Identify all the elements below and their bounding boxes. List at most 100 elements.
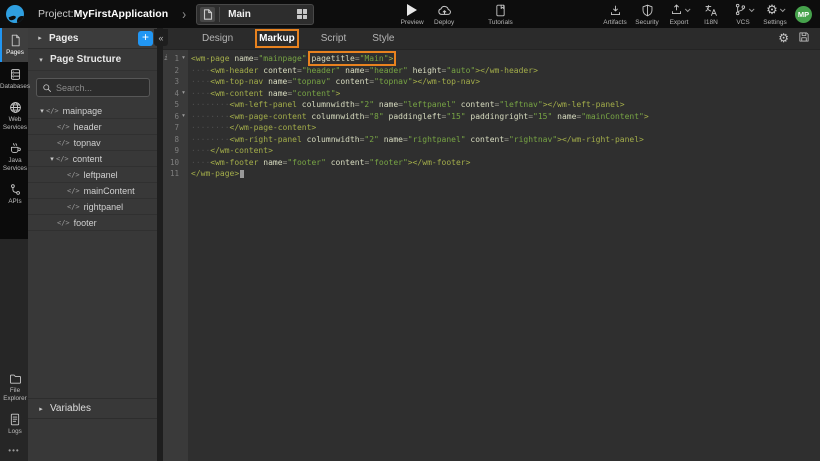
page-structure-header[interactable]: ▾ Page Structure [28,49,157,71]
collapse-panel-button[interactable]: « [154,29,168,46]
tree-item-mainpage[interactable]: ▾</>mainpage [28,103,157,119]
tab-script[interactable]: Script [308,28,360,49]
search-input[interactable] [56,83,144,93]
pages-panel-header[interactable]: ▸ Pages + [28,28,157,49]
vcs-button[interactable]: VCS [729,1,757,28]
tab-style[interactable]: Style [359,28,407,49]
tree-item-header[interactable]: </>header [28,119,157,135]
save-icon[interactable] [798,30,810,48]
collapse-arrow-icon: ▸ [36,34,44,42]
tutorials-label: Tutorials [488,19,513,26]
rail-item-label: Databases [0,83,30,91]
translate-icon [704,4,718,17]
pages-icon [9,34,22,47]
play-icon [407,4,417,17]
tree-item-leftpanel[interactable]: </> leftpanel [28,167,157,183]
project-label: Project: [38,8,74,20]
rail-item-label: Java Services [2,157,28,172]
tree-item-maincontent[interactable]: </>mainContent [28,183,157,199]
grid-icon[interactable] [297,9,307,19]
tree-item-topnav[interactable]: </>topnav [28,135,157,151]
code-line[interactable]: 2····<wm-header content="header" name="h… [163,65,820,77]
rail-item-label: APIs [8,198,21,206]
collapse-arrow-icon: ▸ [37,405,45,413]
add-page-button[interactable]: + [138,31,153,46]
tree-item-content[interactable]: ▾</>content [28,151,157,167]
rail-item-databases[interactable]: Databases [0,62,28,96]
search-icon [42,83,52,93]
variables-section-header[interactable]: ▸ Variables [28,398,157,419]
rail-more-button[interactable]: ••• [0,441,28,461]
rail-item-web-services[interactable]: Web Services [0,95,28,136]
tree-item-rightpanel[interactable]: </>rightpanel [28,199,157,215]
expand-arrow-icon: ▾ [48,155,56,163]
rail-item-logs[interactable]: Logs [0,407,28,441]
export-label: Export [670,19,689,26]
security-button[interactable]: Security [633,1,661,28]
code-line[interactable]: 9····</wm-content> [163,145,820,157]
tree-item-label: header [74,122,102,132]
code-line[interactable]: 6▾········<wm-page-content columnwidth="… [163,111,820,123]
folder-icon [9,373,22,385]
tab-design[interactable]: Design [189,28,246,49]
rail-item-label: Logs [8,428,22,436]
fold-arrow-icon[interactable]: ▾ [179,53,188,65]
wavemaker-logo[interactable] [0,0,30,28]
tree-item-label: mainContent [84,186,135,196]
settings-button[interactable]: ⚙ Settings [761,1,789,28]
page-structure-tree: ▾</>mainpage </>header </>topnav ▾</>con… [28,103,157,231]
chevron-down-icon [780,6,786,12]
code-line[interactable]: 11</wm-page> [163,168,820,180]
code-line[interactable]: i1▾<wm-page name="mainpage" pagetitle="M… [163,53,820,65]
git-branch-icon [734,3,747,18]
rail-item-pages[interactable]: Pages [0,28,28,62]
code-line[interactable]: 10····<wm-footer name="footer" content="… [163,157,820,169]
markup-code-editor[interactable]: i1▾<wm-page name="mainpage" pagetitle="M… [163,50,820,461]
pages-panel: ▸ Pages + ▾ Page Structure ▾</>mainpage … [28,28,157,461]
rail-item-java-services[interactable]: Java Services [0,136,28,177]
code-icon: </> [67,171,80,179]
code-line[interactable]: 5········<wm-left-panel columnwidth="2" … [163,99,820,111]
database-icon [9,68,22,81]
panel-empty-space [28,419,157,461]
code-line[interactable]: 7········</wm-page-content> [163,122,820,134]
preview-label: Preview [401,19,424,26]
rail-item-apis[interactable]: APIs [0,177,28,211]
tree-item-footer[interactable]: </> footer [28,215,157,231]
rail-item-label: Web Services [2,116,28,131]
code-line[interactable]: 3····<wm-top-nav name="topnav" content="… [163,76,820,88]
tab-markup[interactable]: Markup [246,28,308,49]
artifacts-button[interactable]: Artifacts [601,1,629,28]
i18n-label: I18N [704,19,718,26]
variables-title: Variables [50,403,91,414]
fold-arrow-icon[interactable]: ▾ [179,111,188,123]
page-tab-label: Main [220,9,297,20]
connector-icon [9,183,22,196]
i18n-button[interactable]: I18N [697,1,725,28]
fold-arrow-icon[interactable]: ▾ [179,88,188,100]
deploy-button[interactable]: Deploy [430,1,458,28]
tutorials-button[interactable]: Tutorials [486,1,515,28]
markup-settings-icon[interactable]: ⚙ [778,32,789,45]
chevron-down-icon [684,6,690,12]
user-avatar[interactable]: MP [795,6,812,23]
editor-area: « Design Markup Script Style ⚙ i1▾<wm-pa… [163,28,820,461]
tree-item-label: leftpanel [84,170,118,180]
coffee-cup-icon [9,142,22,155]
topbar: Project:MyFirstApplication › Main Previe… [0,0,820,28]
code-line[interactable]: 4▾····<wm-content name="content"> [163,88,820,100]
code-icon: </> [57,219,70,227]
chevron-down-icon [748,6,754,12]
settings-label: Settings [763,19,787,26]
export-button[interactable]: Export [665,1,693,28]
panel-empty-space [28,231,157,398]
rail-item-file-explorer[interactable]: File Explorer [0,367,28,407]
code-line[interactable]: 8········<wm-right-panel columnwidth="2"… [163,134,820,146]
preview-button[interactable]: Preview [398,1,426,28]
cloud-upload-icon [437,4,452,17]
code-icon: </> [46,107,59,115]
tree-item-label: topnav [74,138,101,148]
artifacts-label: Artifacts [603,19,626,26]
tree-item-label: footer [74,218,97,228]
page-tab-main[interactable]: Main [196,4,314,25]
